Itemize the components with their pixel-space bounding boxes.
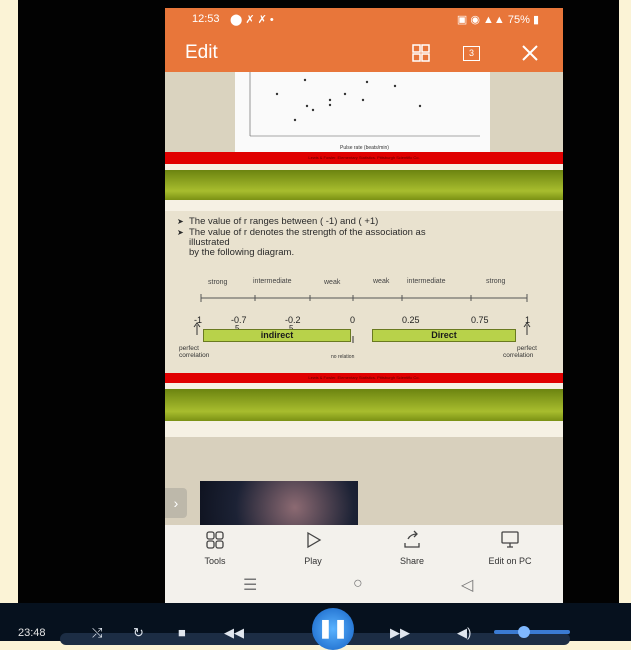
scale-label: weak [324, 279, 341, 286]
bottom-toolbar: Tools Play Share Edit on PC [165, 525, 563, 569]
pause-icon: ❚❚ [317, 618, 349, 638]
correlation-slide: ➤ The value of r ranges between ( -1) and… [165, 211, 563, 373]
status-bar: 12:53 ⬤ ✗ ✗ • ▣ ◉ ▲▲ 75% ▮ [165, 8, 563, 34]
playback-time: 23:48 [18, 627, 46, 639]
white-strip [165, 421, 563, 437]
stop-icon[interactable]: ■ [178, 625, 186, 640]
slide-caption-band: Lewis & Fowler. Elementary Statistics. P… [165, 152, 563, 164]
rewind-icon[interactable]: ◀◀ [224, 625, 244, 641]
slides-view[interactable]: Pulse rate (beats/min) Lewis & Fowler. E… [165, 72, 563, 525]
tools-label: Tools [204, 556, 226, 566]
close-icon[interactable] [520, 43, 540, 63]
pause-button[interactable]: ❚❚ [312, 608, 354, 650]
scale-label: intermediate [253, 278, 292, 285]
battery-percent: 75% [507, 14, 530, 26]
direct-bar: Direct [372, 329, 516, 342]
perfect-label-right: perfect [517, 345, 537, 352]
play-label: Play [304, 556, 322, 566]
tools-icon [206, 531, 224, 549]
tick-label: 0.25 [402, 315, 420, 325]
scale-label: strong [208, 279, 228, 286]
shuffle-icon[interactable]: ⤭ [92, 625, 102, 641]
tools-button[interactable]: Tools [180, 529, 250, 566]
perfect-label-left: perfect [179, 345, 199, 352]
page-count: 3 [468, 48, 474, 58]
phone-screen: 12:53 ⬤ ✗ ✗ • ▣ ◉ ▲▲ 75% ▮ Edit 3 Pulse … [165, 8, 563, 603]
play-button[interactable]: Play [278, 529, 348, 566]
fast-forward-icon[interactable]: ▶▶ [390, 625, 410, 641]
volume-icon[interactable]: ◀) [457, 625, 471, 641]
volume-knob[interactable] [518, 626, 530, 638]
play-icon [307, 531, 322, 549]
media-player-bar: 23:48 ⤭ ↻ ■ ◀◀ ❚❚ ▶▶ ◀) [0, 603, 631, 650]
scale-label: strong [486, 278, 506, 285]
share-button[interactable]: Share [377, 529, 447, 566]
scale-label: weak [373, 278, 390, 285]
edit-on-pc-button[interactable]: Edit on PC [475, 529, 545, 566]
tick-label: 0.75 [471, 315, 489, 325]
share-icon [404, 530, 420, 548]
scatter-plot-image: Pulse rate (beats/min) [235, 72, 490, 152]
tick-label: -1 [194, 315, 203, 325]
side-panel-toggle[interactable]: › [165, 488, 187, 518]
repeat-icon[interactable]: ↻ [133, 625, 144, 641]
status-icons: ⬤ ✗ ✗ • [230, 14, 274, 26]
home-icon[interactable]: ○ [353, 575, 363, 593]
white-strip [165, 200, 563, 211]
grid-view-icon[interactable] [411, 43, 431, 63]
status-time: 12:53 [192, 13, 220, 25]
app-bar: Edit 3 [165, 34, 563, 72]
caption-text: Lewis & Fowler. Elementary Statistics. P… [308, 155, 420, 160]
video-frame: 12:53 ⬤ ✗ ✗ • ▣ ◉ ▲▲ 75% ▮ Edit 3 Pulse … [18, 0, 619, 603]
android-nav-bar: ☰ ○ ◁ [165, 569, 563, 603]
photo-slide [165, 437, 563, 525]
edit-on-pc-label: Edit on PC [488, 556, 532, 566]
battery-level: ▣ ◉ ▲▲ 75% ▮ [456, 14, 539, 26]
hands-photo [200, 481, 358, 525]
scale-label: intermediate [407, 278, 446, 285]
no-relation-label: no relation [331, 354, 355, 360]
correlation-label-left: correlation [179, 352, 210, 359]
green-band [165, 389, 563, 421]
app-title: Edit [185, 42, 218, 63]
slide-caption-band: Lewis & Fowler. Elementary Statistics. P… [165, 373, 563, 383]
plot-xlabel: Pulse rate (beats/min) [340, 145, 389, 151]
recents-icon[interactable]: ☰ [243, 575, 257, 595]
tick-label: 1 [525, 315, 531, 325]
volume-slider[interactable] [494, 626, 570, 638]
pc-icon [501, 531, 519, 548]
tick-label: 0 [350, 315, 356, 325]
share-label: Share [399, 556, 425, 566]
correlation-label-right: correlation [503, 352, 534, 359]
green-band [165, 170, 563, 200]
back-icon[interactable]: ◁ [461, 575, 473, 595]
caption-text: Lewis & Fowler. Elementary Statistics. P… [308, 375, 420, 380]
page-count-icon[interactable]: 3 [463, 46, 480, 61]
indirect-bar: indirect [203, 329, 351, 342]
